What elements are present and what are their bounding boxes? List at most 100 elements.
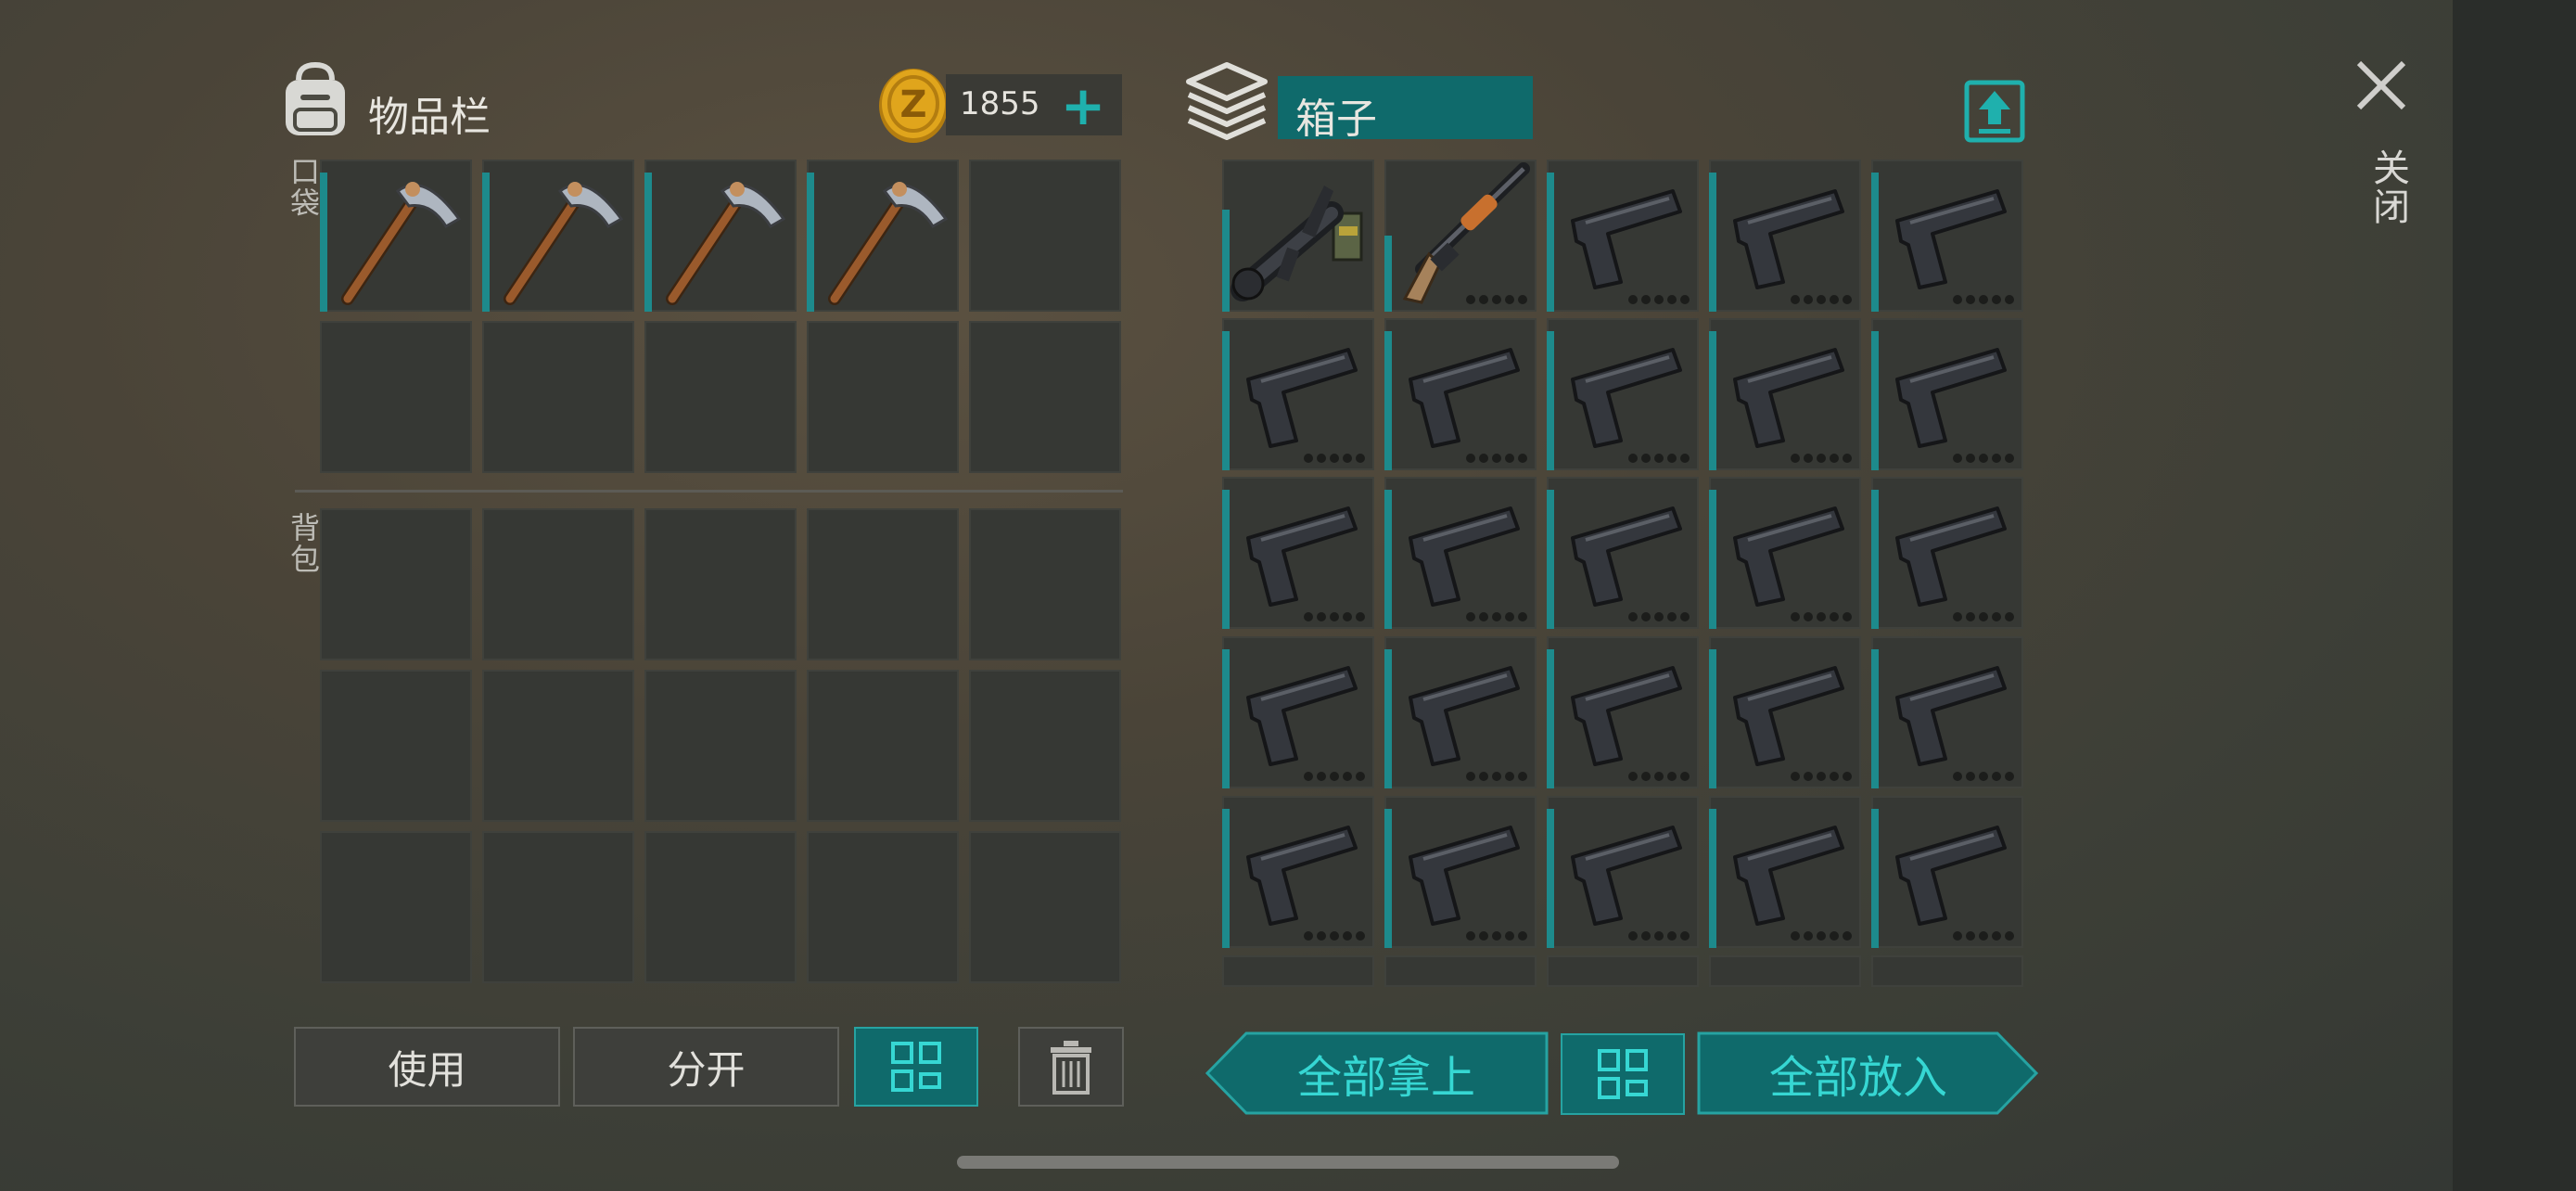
- box-slot-partial[interactable]: [1871, 955, 2023, 987]
- backpack-slot[interactable]: [969, 831, 1121, 983]
- pistol-icon: [1895, 348, 2007, 448]
- box-slot-17[interactable]: [1384, 636, 1537, 788]
- home-indicator: [957, 1156, 1619, 1169]
- pistol-icon: [1733, 506, 1844, 607]
- add-coins-button[interactable]: +: [1057, 79, 1109, 133]
- pocket-slot-9[interactable]: [807, 321, 959, 473]
- backpack-slot[interactable]: [320, 670, 472, 822]
- backpack-slot[interactable]: [482, 831, 634, 983]
- split-button[interactable]: 分开: [573, 1027, 839, 1107]
- box-slot-22[interactable]: [1384, 796, 1537, 948]
- backpack-slot[interactable]: [320, 508, 472, 660]
- grenade-launcher-icon: [1231, 186, 1363, 301]
- backpack-slot[interactable]: [320, 831, 472, 983]
- box-slot-1[interactable]: [1222, 160, 1374, 312]
- box-slot-6[interactable]: [1222, 318, 1374, 470]
- trash-button[interactable]: [1018, 1027, 1124, 1107]
- box-slot-14[interactable]: [1709, 477, 1861, 629]
- box-slot-5[interactable]: [1871, 160, 2023, 312]
- pistol-icon: [1409, 666, 1520, 766]
- sort-grid-icon: [891, 1042, 941, 1092]
- box-slot-15[interactable]: [1871, 477, 2023, 629]
- backpack-slot[interactable]: [807, 831, 959, 983]
- box-slot-20[interactable]: [1871, 636, 2023, 788]
- pistol-icon: [1246, 666, 1358, 766]
- box-slot-partial[interactable]: [1384, 955, 1537, 987]
- pickaxe-icon: [828, 182, 949, 305]
- box-slot-partial[interactable]: [1709, 955, 1861, 987]
- backpack-slot[interactable]: [807, 670, 959, 822]
- pistol-icon: [1571, 348, 1682, 448]
- pistol-icon: [1246, 506, 1358, 607]
- upload-icon: [1964, 80, 2025, 143]
- box-slot-9[interactable]: [1709, 318, 1861, 470]
- box-slot-21[interactable]: [1222, 796, 1374, 948]
- box-slot-2[interactable]: [1384, 160, 1537, 312]
- box-slot-18[interactable]: [1547, 636, 1699, 788]
- pistol-icon: [1895, 666, 2007, 766]
- box-slot-23[interactable]: [1547, 796, 1699, 948]
- box-slot-10[interactable]: [1871, 318, 2023, 470]
- backpack-slot[interactable]: [482, 508, 634, 660]
- close-icon: [2356, 60, 2406, 110]
- pistol-icon: [1571, 826, 1682, 926]
- pistol-icon: [1409, 506, 1520, 607]
- backpack-slot[interactable]: [807, 508, 959, 660]
- pistol-icon: [1895, 506, 2007, 607]
- box-slot-partial[interactable]: [1222, 955, 1374, 987]
- box-slot-11[interactable]: [1222, 477, 1374, 629]
- svg-text:Z: Z: [899, 83, 926, 126]
- backpack-slot[interactable]: [644, 670, 797, 822]
- use-button[interactable]: 使用: [294, 1027, 560, 1107]
- pistol-icon: [1895, 826, 2007, 926]
- box-slot-partial[interactable]: [1547, 955, 1699, 987]
- pocket-slot-6[interactable]: [320, 321, 472, 473]
- upload-button[interactable]: [1964, 80, 2025, 143]
- box-icon: [1185, 61, 1269, 141]
- pocket-slot-8[interactable]: [644, 321, 797, 473]
- backpack-slot[interactable]: [482, 670, 634, 822]
- box-sort-button[interactable]: [1561, 1033, 1685, 1115]
- box-slot-4[interactable]: [1709, 160, 1861, 312]
- box-slot-24[interactable]: [1709, 796, 1861, 948]
- pistol-icon: [1571, 506, 1682, 607]
- pistol-icon: [1733, 348, 1844, 448]
- backpack-slot[interactable]: [644, 508, 797, 660]
- put-all-button[interactable]: 全部放入: [1697, 1031, 2038, 1115]
- pocket-slot-1[interactable]: [320, 160, 472, 312]
- close-label[interactable]: 关闭: [2361, 148, 2415, 226]
- box-slot-7[interactable]: [1384, 318, 1537, 470]
- take-all-label: 全部拿上: [1296, 1052, 1475, 1104]
- pistol-icon: [1733, 189, 1844, 289]
- pickaxe-icon: [504, 182, 624, 305]
- pocket-slot-4[interactable]: [807, 160, 959, 312]
- pocket-slot-7[interactable]: [482, 321, 634, 473]
- box-slot-8[interactable]: [1547, 318, 1699, 470]
- pistol-icon: [1246, 826, 1358, 926]
- pistol-icon: [1409, 348, 1520, 448]
- pickaxe-icon: [666, 182, 786, 305]
- sort-button[interactable]: [854, 1027, 978, 1107]
- close-button[interactable]: [2353, 58, 2409, 113]
- backpack-slot[interactable]: [969, 670, 1121, 822]
- put-all-label: 全部放入: [1768, 1052, 1947, 1104]
- box-slot-25[interactable]: [1871, 796, 2023, 948]
- box-slot-19[interactable]: [1709, 636, 1861, 788]
- pocket-slot-5[interactable]: [969, 160, 1121, 312]
- box-slot-16[interactable]: [1222, 636, 1374, 788]
- pistol-icon: [1571, 666, 1682, 766]
- pocket-slot-2[interactable]: [482, 160, 634, 312]
- backpack-slot[interactable]: [969, 508, 1121, 660]
- pickaxe-icon: [341, 182, 462, 305]
- pocket-slot-3[interactable]: [644, 160, 797, 312]
- box-slot-13[interactable]: [1547, 477, 1699, 629]
- pocket-slot-10[interactable]: [969, 321, 1121, 473]
- pistol-icon: [1895, 189, 2007, 289]
- right-sidebar: [2453, 0, 2576, 1191]
- backpack-slot[interactable]: [644, 831, 797, 983]
- shotgun-icon: [1402, 162, 1530, 304]
- box-slot-3[interactable]: [1547, 160, 1699, 312]
- pocket-label: 口袋: [286, 156, 321, 219]
- box-slot-12[interactable]: [1384, 477, 1537, 629]
- take-all-button[interactable]: 全部拿上: [1205, 1031, 1549, 1115]
